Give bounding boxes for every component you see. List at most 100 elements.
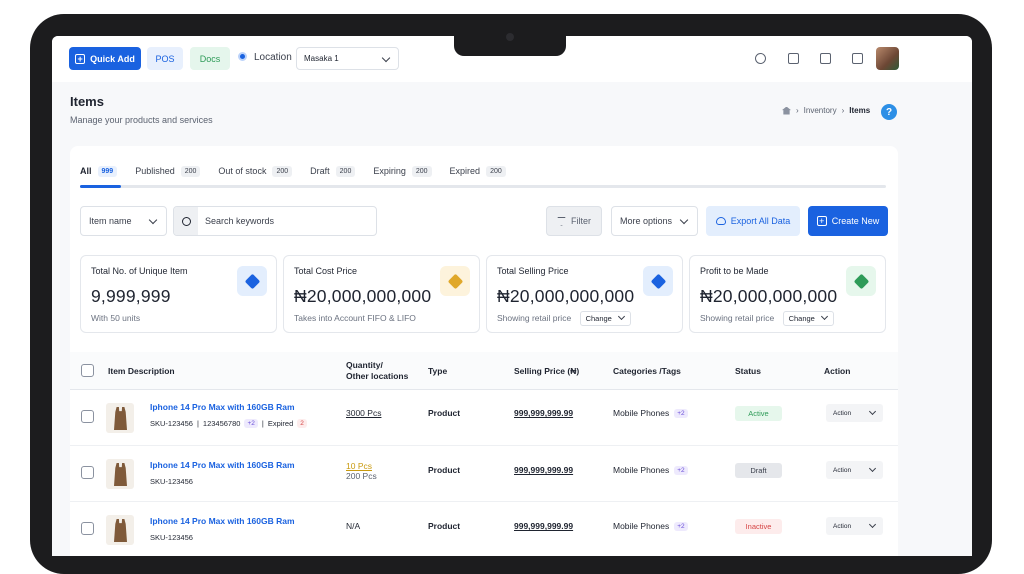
- tab-track: [80, 185, 886, 188]
- tag-icon: [440, 266, 470, 296]
- product-name-link[interactable]: Iphone 14 Pro Max with 160GB Ram: [150, 460, 295, 470]
- stat-value: 9,999,999: [91, 286, 171, 306]
- tab-expired[interactable]: Expired 200: [450, 162, 506, 180]
- col-categories: Categories /Tags: [613, 366, 681, 376]
- page-subtitle: Manage your products and services: [70, 115, 213, 125]
- quick-add-button[interactable]: + Quick Add: [69, 47, 141, 70]
- stat-note: Showing retail price: [700, 313, 775, 323]
- home-icon[interactable]: [782, 106, 791, 115]
- tab-label: Draft: [310, 166, 330, 176]
- layers-icon[interactable]: [788, 53, 799, 64]
- quantity[interactable]: 10 Pcs: [346, 461, 372, 471]
- create-new-button[interactable]: + Create New: [808, 206, 888, 236]
- notes-icon[interactable]: [820, 53, 831, 64]
- category-label: Mobile Phones: [613, 465, 670, 475]
- product-type: Product: [428, 465, 461, 475]
- change-select[interactable]: Change: [579, 311, 631, 326]
- product-name-link[interactable]: Iphone 14 Pro Max with 160GB Ram: [150, 402, 295, 412]
- create-new-label: Create New: [831, 216, 880, 226]
- location-value: Masaka 1: [304, 54, 339, 63]
- table-row: Iphone 14 Pro Max with 160GB Ram SKU-123…: [70, 446, 898, 502]
- breadcrumb: › Inventory › Items: [782, 106, 870, 115]
- change-select[interactable]: Change: [782, 311, 834, 326]
- tab-published[interactable]: Published 200: [135, 162, 201, 180]
- tab-expiring[interactable]: Expiring 200: [373, 162, 432, 180]
- pos-button[interactable]: POS: [147, 47, 183, 70]
- chevron-down-icon: [148, 215, 158, 225]
- plus-icon: +: [816, 216, 827, 226]
- row-checkbox[interactable]: [81, 410, 94, 423]
- stat-value: ₦20,000,000,000: [294, 286, 432, 306]
- more-tag[interactable]: +2: [674, 521, 688, 531]
- row-checkbox[interactable]: [81, 466, 94, 479]
- status-badge: Inactive: [735, 519, 782, 534]
- more-tag[interactable]: +2: [244, 419, 258, 428]
- selling-price[interactable]: 999,999,999.99: [514, 521, 573, 531]
- action-dropdown[interactable]: Action: [826, 461, 883, 479]
- stat-label: Total No. of Unique Item: [91, 266, 188, 276]
- action-label: Action: [833, 466, 852, 474]
- stat-card-profit: Profit to be Made ₦20,000,000,000 Showin…: [689, 255, 886, 333]
- stat-label: Profit to be Made: [700, 266, 769, 276]
- selling-price[interactable]: 999,999,999.99: [514, 465, 573, 475]
- tab-out-of-stock[interactable]: Out of stock 200: [218, 162, 293, 180]
- category: Mobile Phones +2: [613, 521, 688, 531]
- tab-label: Expired: [449, 166, 481, 176]
- stat-card-unique-items: Total No. of Unique Item 9,999,999 With …: [80, 255, 277, 333]
- action-dropdown[interactable]: Action: [826, 404, 883, 422]
- more-tag[interactable]: +2: [674, 408, 688, 418]
- select-all-checkbox[interactable]: [81, 364, 94, 377]
- tab-all[interactable]: All 999: [80, 162, 118, 180]
- field-select[interactable]: Item name: [80, 206, 167, 236]
- tab-label: Published: [135, 166, 175, 176]
- app-screen: + Quick Add POS Docs Location Masaka 1 I…: [52, 36, 972, 556]
- tab-count: 999: [97, 165, 118, 177]
- search-input[interactable]: [198, 216, 368, 226]
- export-label: Export All Data: [730, 216, 791, 226]
- action-dropdown[interactable]: Action: [826, 517, 883, 535]
- docs-button[interactable]: Docs: [190, 47, 230, 70]
- sku: SKU-123456: [150, 533, 193, 542]
- stat-label: Total Cost Price: [294, 266, 358, 276]
- tab-label: Expiring: [373, 166, 406, 176]
- location-label: Location: [254, 52, 292, 63]
- chevron-down-icon: [679, 215, 689, 225]
- selling-price[interactable]: 999,999,999.99: [514, 408, 573, 418]
- search-icon[interactable]: [755, 53, 766, 64]
- filter-bar: Item name Filter More options Export All…: [80, 206, 888, 236]
- filter-button[interactable]: Filter: [546, 206, 602, 236]
- product-thumbnail: [106, 403, 134, 433]
- stat-value: ₦20,000,000,000: [700, 286, 838, 306]
- row-checkbox[interactable]: [81, 522, 94, 535]
- help-icon[interactable]: ?: [881, 104, 897, 120]
- tab-draft[interactable]: Draft 200: [310, 162, 356, 180]
- active-tab-indicator: [80, 185, 121, 188]
- product-sku-line: SKU-123456: [150, 477, 193, 486]
- stat-value: ₦20,000,000,000: [497, 286, 635, 306]
- avatar[interactable]: [876, 47, 899, 70]
- product-name-link[interactable]: Iphone 14 Pro Max with 160GB Ram: [150, 516, 295, 526]
- tab-count: 200: [180, 165, 201, 177]
- breadcrumb-inventory[interactable]: Inventory: [804, 106, 837, 115]
- filter-label: Filter: [571, 216, 591, 226]
- more-options-select[interactable]: More options: [611, 206, 698, 236]
- separator: |: [261, 419, 264, 428]
- stats-row: Total No. of Unique Item 9,999,999 With …: [80, 255, 888, 333]
- export-button[interactable]: Export All Data: [706, 206, 800, 236]
- cube-icon: [237, 266, 267, 296]
- quick-add-label: Quick Add: [90, 53, 135, 64]
- col-action: Action: [824, 366, 851, 376]
- tab-count: 200: [272, 165, 293, 177]
- col-status: Status: [735, 366, 761, 376]
- category: Mobile Phones +2: [613, 465, 688, 475]
- quantity[interactable]: 3000 Pcs: [346, 408, 381, 418]
- calculator-icon[interactable]: [852, 53, 863, 64]
- search-field[interactable]: [173, 206, 377, 236]
- breadcrumb-separator: ›: [841, 106, 845, 115]
- cloud-download-icon: [715, 217, 726, 225]
- more-tag[interactable]: +2: [674, 465, 688, 475]
- items-card: All 999 Published 200 Out of stock 200 Draf…: [70, 146, 898, 556]
- category-label: Mobile Phones: [613, 408, 670, 418]
- location-select[interactable]: Masaka 1: [296, 47, 399, 70]
- tab-label: Out of stock: [218, 166, 267, 176]
